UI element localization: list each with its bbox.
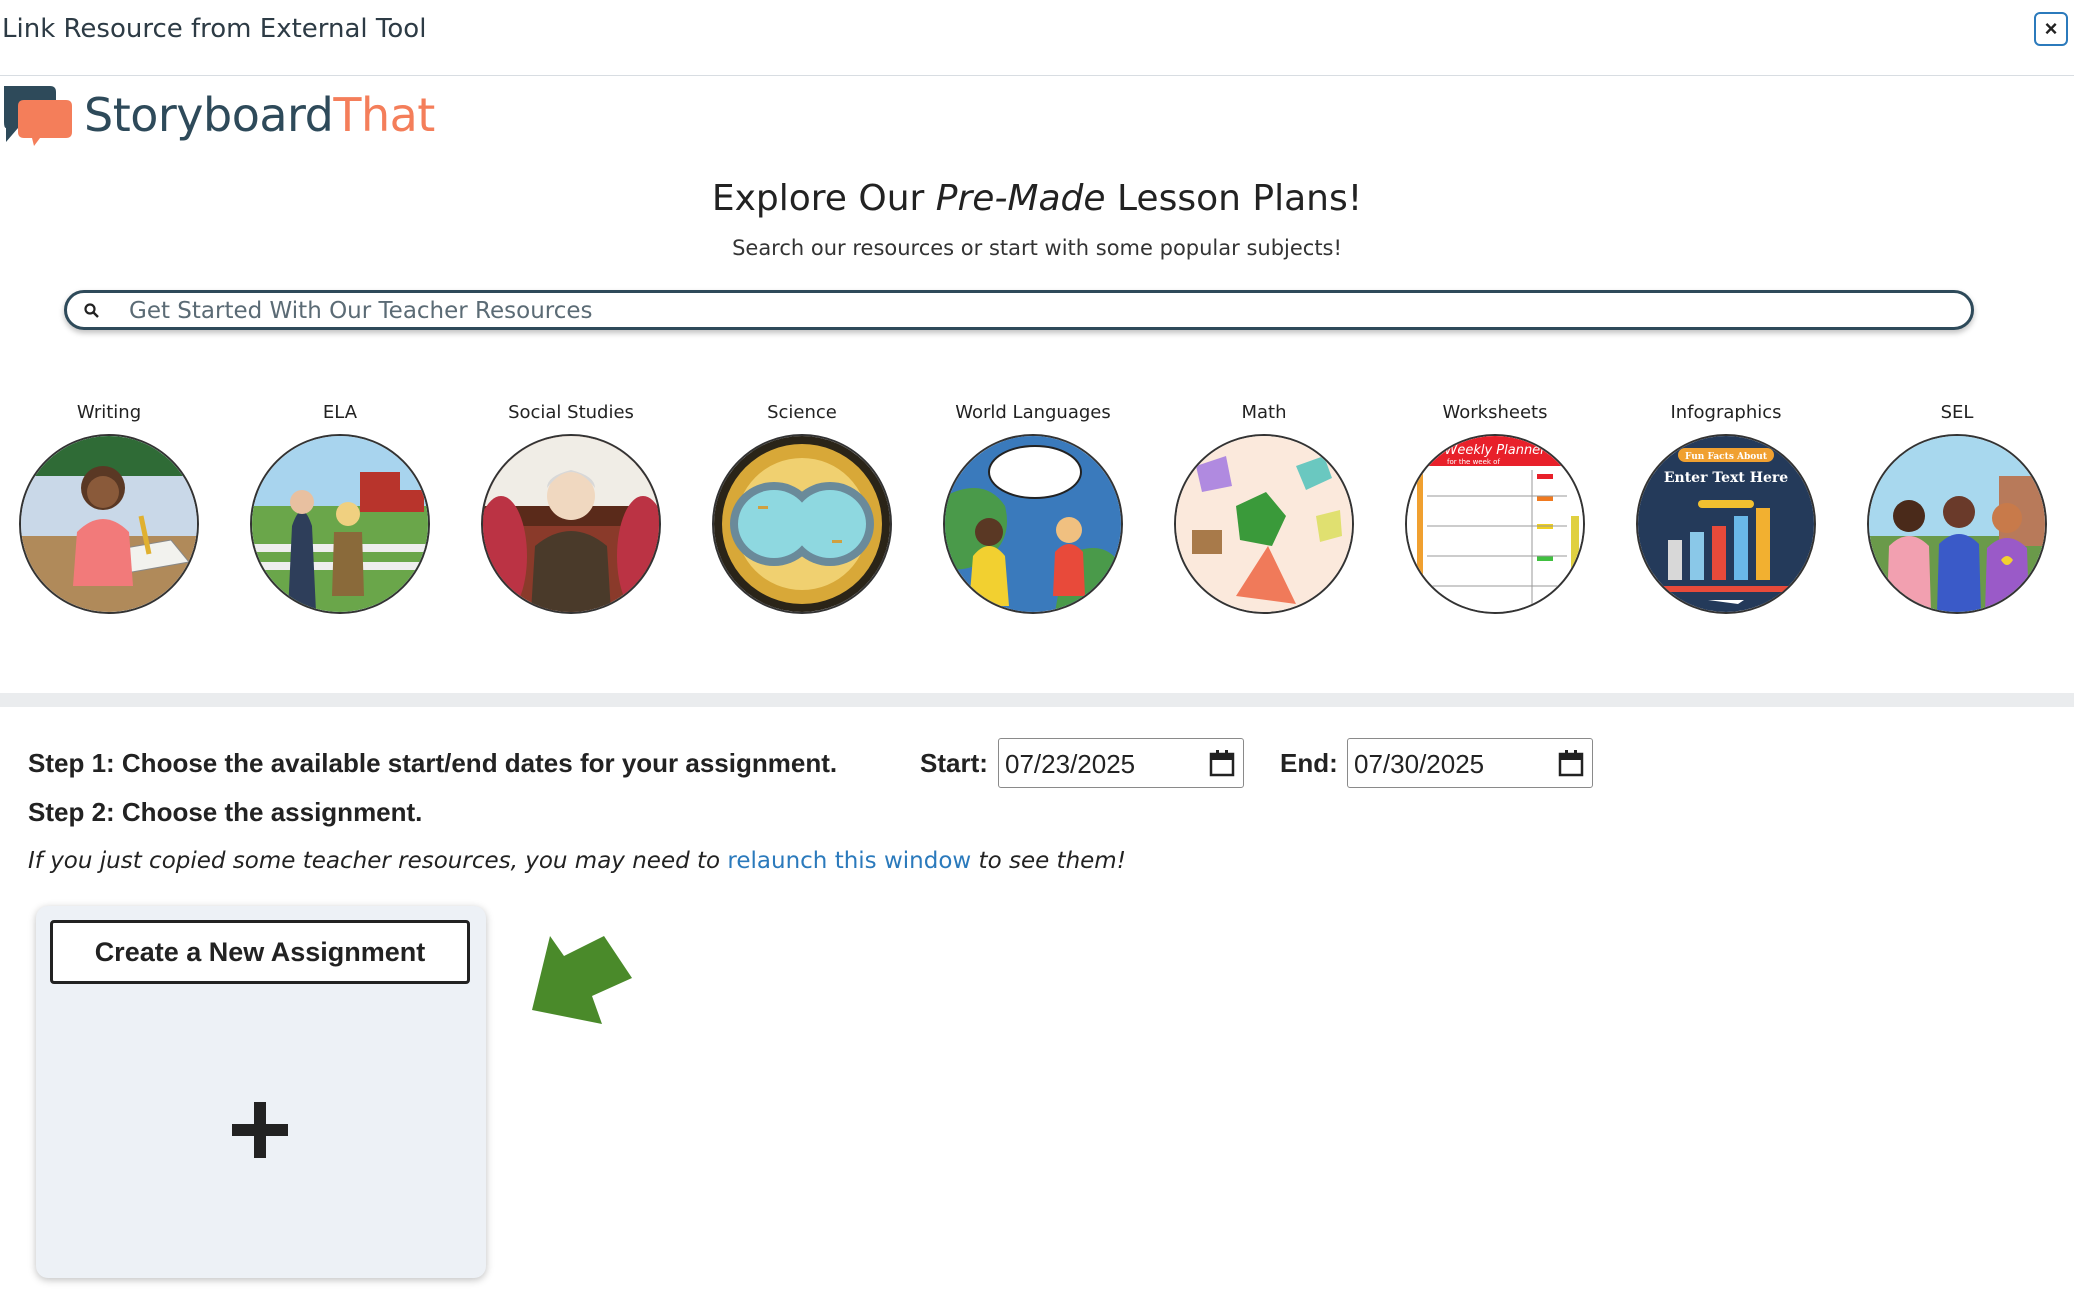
subject-label: World Languages: [955, 402, 1111, 423]
subject-science[interactable]: Science: [702, 398, 902, 614]
subject-math[interactable]: Math: [1164, 398, 1364, 614]
subject-world-languages-image: [943, 434, 1123, 614]
subject-label: Social Studies: [508, 402, 634, 423]
subject-label: Science: [767, 402, 837, 423]
subject-label: Math: [1241, 402, 1287, 423]
subject-worksheets-image: Weekly Planner for the week of: [1405, 434, 1585, 614]
subject-label: Writing: [76, 402, 142, 423]
subject-science-image: [712, 434, 892, 614]
dialog-title: Link Resource from External Tool: [2, 14, 427, 44]
start-date-value: 07/23/2025: [1005, 749, 1136, 779]
logo-text-that: That: [333, 88, 435, 142]
subject-list: Writing ELA Social Studies Science World…: [0, 398, 2074, 628]
subject-world-languages[interactable]: World Languages: [933, 398, 1133, 614]
search-bar[interactable]: [64, 290, 1974, 330]
relaunch-window-link[interactable]: relaunch this window: [727, 848, 971, 874]
hero-title-emphasis: Pre-Made: [935, 178, 1106, 219]
subject-writing[interactable]: Writing: [9, 398, 209, 614]
green-arrow-icon: [532, 936, 632, 1024]
worksheet-subtitle-text: for the week of: [1447, 458, 1500, 466]
subject-label: ELA: [322, 402, 358, 423]
start-date-label: Start:: [920, 748, 988, 778]
relaunch-note: If you just copied some teacher resource…: [28, 848, 1126, 874]
calendar-icon[interactable]: [1558, 749, 1584, 777]
subject-writing-image: [19, 434, 199, 614]
note-text-pre: If you just copied some teacher resource…: [28, 848, 728, 874]
search-icon: [84, 303, 99, 318]
step2-instruction: Step 2: Choose the assignment.: [28, 797, 423, 827]
hero-title-post: Lesson Plans!: [1105, 178, 1363, 219]
infographic-title-text: Enter Text Here: [1664, 470, 1788, 486]
hero-subtitle: Search our resources or start with some …: [732, 236, 1342, 260]
subject-label: SEL: [1940, 402, 1974, 423]
dialog-titlebar: Link Resource from External Tool ×: [0, 0, 2074, 76]
plus-icon[interactable]: [232, 1102, 288, 1158]
subject-sel-image: [1867, 434, 2047, 614]
close-icon: ×: [2044, 16, 2058, 41]
section-divider: [0, 693, 2074, 707]
search-input[interactable]: [127, 295, 1931, 327]
subject-label: Worksheets: [1442, 402, 1548, 423]
subject-ela-image: [250, 434, 430, 614]
subject-social-studies-image: [481, 434, 661, 614]
hero-title-pre: Explore Our: [711, 178, 936, 219]
end-date-input[interactable]: 07/30/2025: [1347, 738, 1593, 788]
end-date-label: End:: [1280, 748, 1338, 778]
start-date-input[interactable]: 07/23/2025: [998, 738, 1244, 788]
hero-title: Explore Our Pre-Made Lesson Plans!: [0, 178, 2074, 219]
worksheet-title-text: Weekly Planner: [1444, 443, 1547, 458]
step1-instruction: Step 1: Choose the available start/end d…: [28, 748, 838, 778]
close-button[interactable]: ×: [2034, 12, 2068, 46]
logo-text-storyboard: Storyboard: [84, 88, 334, 142]
subject-worksheets[interactable]: Worksheets Weekly Planner for the week o…: [1395, 398, 1595, 614]
new-assignment-card[interactable]: Create a New Assignment: [36, 906, 486, 1278]
calendar-icon[interactable]: [1209, 749, 1235, 777]
subject-infographics[interactable]: Infographics Fun Facts About Enter Text …: [1626, 398, 1826, 614]
storyboardthat-logo[interactable]: Storyboard That: [0, 80, 435, 150]
subject-label: Infographics: [1670, 402, 1782, 423]
end-date-value: 07/30/2025: [1354, 749, 1485, 779]
subject-sel[interactable]: SEL: [1857, 398, 2057, 614]
subject-social-studies[interactable]: Social Studies: [471, 398, 671, 614]
subject-infographics-image: Fun Facts About Enter Text Here: [1636, 434, 1816, 614]
infographic-header-text: Fun Facts About: [1685, 452, 1768, 462]
note-text-post: to see them!: [971, 848, 1126, 874]
speech-bubble-logo-icon: [4, 86, 72, 146]
subject-math-image: [1174, 434, 1354, 614]
subject-ela[interactable]: ELA: [240, 398, 440, 614]
create-new-assignment-button[interactable]: Create a New Assignment: [50, 920, 470, 984]
